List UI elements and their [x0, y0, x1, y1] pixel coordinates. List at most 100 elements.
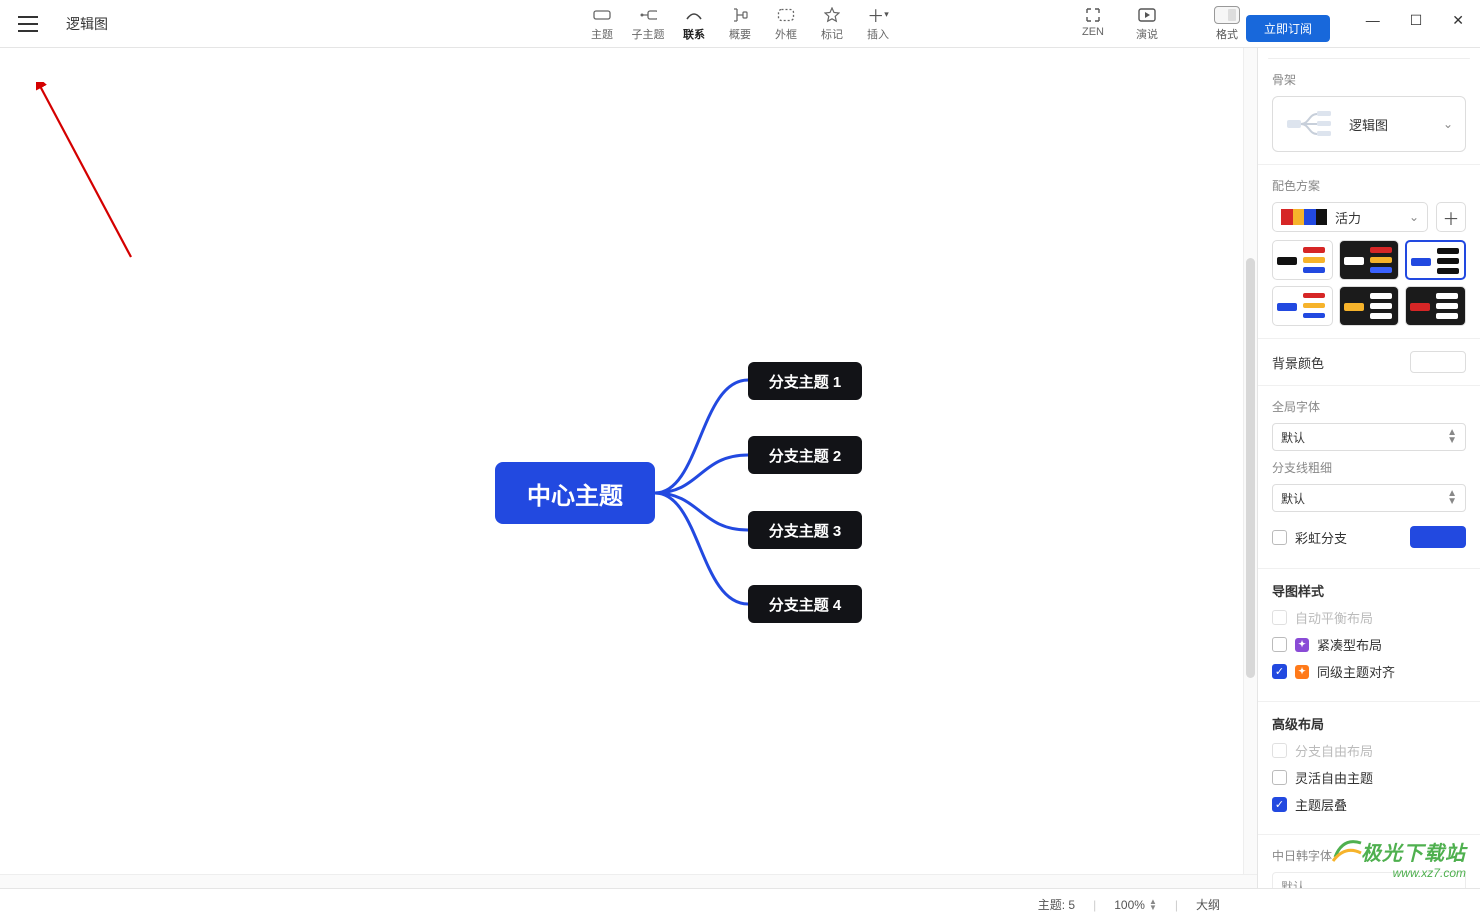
skeleton-icon [1285, 107, 1335, 141]
rainbow-color-swatch[interactable] [1410, 526, 1466, 548]
tool-relation-label: 联系 [683, 26, 705, 42]
horizontal-scrollbar[interactable] [0, 874, 1257, 888]
skeleton-value: 逻辑图 [1349, 115, 1388, 134]
tool-subtopic-label: 子主题 [632, 26, 665, 42]
pitch-icon [1138, 6, 1156, 24]
tool-format-label: 格式 [1216, 26, 1238, 42]
topic-icon [593, 6, 611, 24]
select-stepper-icon: ▲▼ [1447, 490, 1457, 506]
subtopic-icon [639, 6, 657, 24]
chk-align-sibling-label: 同级主题对齐 [1317, 662, 1395, 681]
window-maximize-icon[interactable]: ☐ [1410, 12, 1423, 29]
branch-topic-1[interactable]: 分支主题 1 [748, 362, 862, 400]
tool-topic-label: 主题 [591, 26, 613, 42]
add-scheme-button[interactable]: ＋ [1436, 202, 1466, 232]
relation-icon [685, 6, 703, 24]
branch-topic-2[interactable]: 分支主题 2 [748, 436, 862, 474]
tool-zen[interactable]: ZEN [1070, 6, 1116, 42]
skeleton-label: 骨架 [1272, 71, 1466, 88]
titlebar: 逻辑图 主题 子主题 联系 概要 外框 [0, 0, 1480, 48]
window-controls: ― ☐ ✕ [1366, 0, 1472, 40]
tool-marker[interactable]: 标记 [809, 6, 855, 42]
branchthick-label: 分支线粗细 [1272, 459, 1466, 476]
tool-subtopic[interactable]: 子主题 [625, 6, 671, 42]
tool-format-panel[interactable]: 格式 [1214, 6, 1240, 42]
chk-flex-topic[interactable] [1272, 770, 1287, 785]
format-panel: 样式 演说 画布 骨架 逻辑图 ⌄ 配色方案 [1257, 48, 1480, 888]
pro-badge-icon: ✦ [1295, 638, 1309, 652]
tool-marker-label: 标记 [821, 26, 843, 42]
status-zoom-value: 100% [1114, 898, 1145, 912]
cjkfont-label: 中日韩字体 [1272, 847, 1466, 864]
tool-topic[interactable]: 主题 [579, 6, 625, 42]
cjkfont-select[interactable]: 默认 [1272, 872, 1466, 888]
canvas-area[interactable]: 中心主题 分支主题 1 分支主题 2 分支主题 3 分支主题 4 [0, 48, 1257, 888]
colorscheme-select[interactable]: 活力 ⌄ [1272, 202, 1428, 232]
document-title: 逻辑图 [66, 14, 108, 34]
globalfont-label: 全局字体 [1272, 398, 1466, 415]
tool-relation[interactable]: 联系 [671, 6, 717, 42]
bgcolor-label: 背景颜色 [1272, 353, 1324, 372]
center-topic[interactable]: 中心主题 [495, 462, 655, 524]
tool-insert-label: 插入 [867, 26, 889, 42]
cjkfont-value: 默认 [1281, 878, 1305, 889]
theme-thumb-2[interactable] [1339, 240, 1400, 280]
tool-insert[interactable]: ＋▾ 插入 [855, 6, 901, 42]
rainbow-label: 彩虹分支 [1295, 528, 1347, 547]
star-icon [823, 6, 841, 24]
boundary-icon [777, 6, 795, 24]
theme-thumb-1[interactable] [1272, 240, 1333, 280]
status-bar: 主题: 5 | 100% ▲▼ | 大纲 [0, 888, 1480, 920]
status-outline-button[interactable]: 大纲 [1196, 896, 1220, 913]
subscribe-button[interactable]: 立即订阅 [1246, 15, 1330, 42]
zoom-stepper-icon[interactable]: ▲▼ [1149, 899, 1157, 911]
zen-icon [1084, 6, 1102, 24]
globalfont-select[interactable]: 默认 ▲▼ [1272, 423, 1466, 451]
chk-overlap[interactable]: ✓ [1272, 797, 1287, 812]
theme-thumb-4[interactable] [1272, 286, 1333, 326]
branch-topic-3[interactable]: 分支主题 3 [748, 511, 862, 549]
globalfont-value: 默认 [1281, 429, 1305, 446]
chk-free-branch-label: 分支自由布局 [1295, 741, 1373, 760]
chevron-down-icon: ⌄ [1409, 210, 1419, 224]
branchthick-value: 默认 [1281, 490, 1305, 507]
toolbar-right: ZEN 演说 [1070, 6, 1170, 42]
theme-grid [1272, 240, 1466, 326]
chk-auto-balance [1272, 610, 1287, 625]
chevron-down-icon: ⌄ [1443, 117, 1453, 131]
window-close-icon[interactable]: ✕ [1452, 12, 1464, 29]
tool-boundary-label: 外框 [775, 26, 797, 42]
theme-thumb-5[interactable] [1339, 286, 1400, 326]
menu-hamburger-icon[interactable] [18, 16, 38, 32]
chk-compact-label: 紧凑型布局 [1317, 635, 1382, 654]
chk-auto-balance-label: 自动平衡布局 [1295, 608, 1373, 627]
chk-align-sibling[interactable]: ✓ [1272, 664, 1287, 679]
summary-icon [731, 6, 749, 24]
format-icon [1214, 6, 1240, 24]
vertical-scrollbar[interactable] [1243, 48, 1257, 874]
status-zoom[interactable]: 100% ▲▼ [1114, 898, 1157, 912]
branch-topic-4[interactable]: 分支主题 4 [748, 585, 862, 623]
scheme-swatch-icon [1281, 209, 1327, 225]
toolbar-main: 主题 子主题 联系 概要 外框 标记 ＋▾ [579, 6, 901, 42]
status-topic-count: 主题: 5 [1038, 896, 1075, 913]
theme-thumb-3[interactable] [1405, 240, 1466, 280]
colorscheme-label: 配色方案 [1272, 177, 1466, 194]
tool-summary[interactable]: 概要 [717, 6, 763, 42]
chk-flex-topic-label: 灵活自由主题 [1295, 768, 1373, 787]
bgcolor-swatch[interactable] [1410, 351, 1466, 373]
plus-icon: ＋▾ [869, 6, 887, 24]
theme-thumb-6[interactable] [1405, 286, 1466, 326]
chk-compact[interactable] [1272, 637, 1287, 652]
tool-pitch-label: 演说 [1136, 26, 1158, 42]
tool-boundary[interactable]: 外框 [763, 6, 809, 42]
skeleton-select[interactable]: 逻辑图 ⌄ [1272, 96, 1466, 152]
chk-overlap-label: 主题层叠 [1295, 795, 1347, 814]
tool-pitch[interactable]: 演说 [1124, 6, 1170, 42]
window-minimize-icon[interactable]: ― [1366, 12, 1380, 28]
branchthick-select[interactable]: 默认 ▲▼ [1272, 484, 1466, 512]
rainbow-checkbox[interactable] [1272, 530, 1287, 545]
annotation-arrow [36, 82, 146, 272]
select-stepper-icon: ▲▼ [1447, 429, 1457, 445]
chk-free-branch [1272, 743, 1287, 758]
